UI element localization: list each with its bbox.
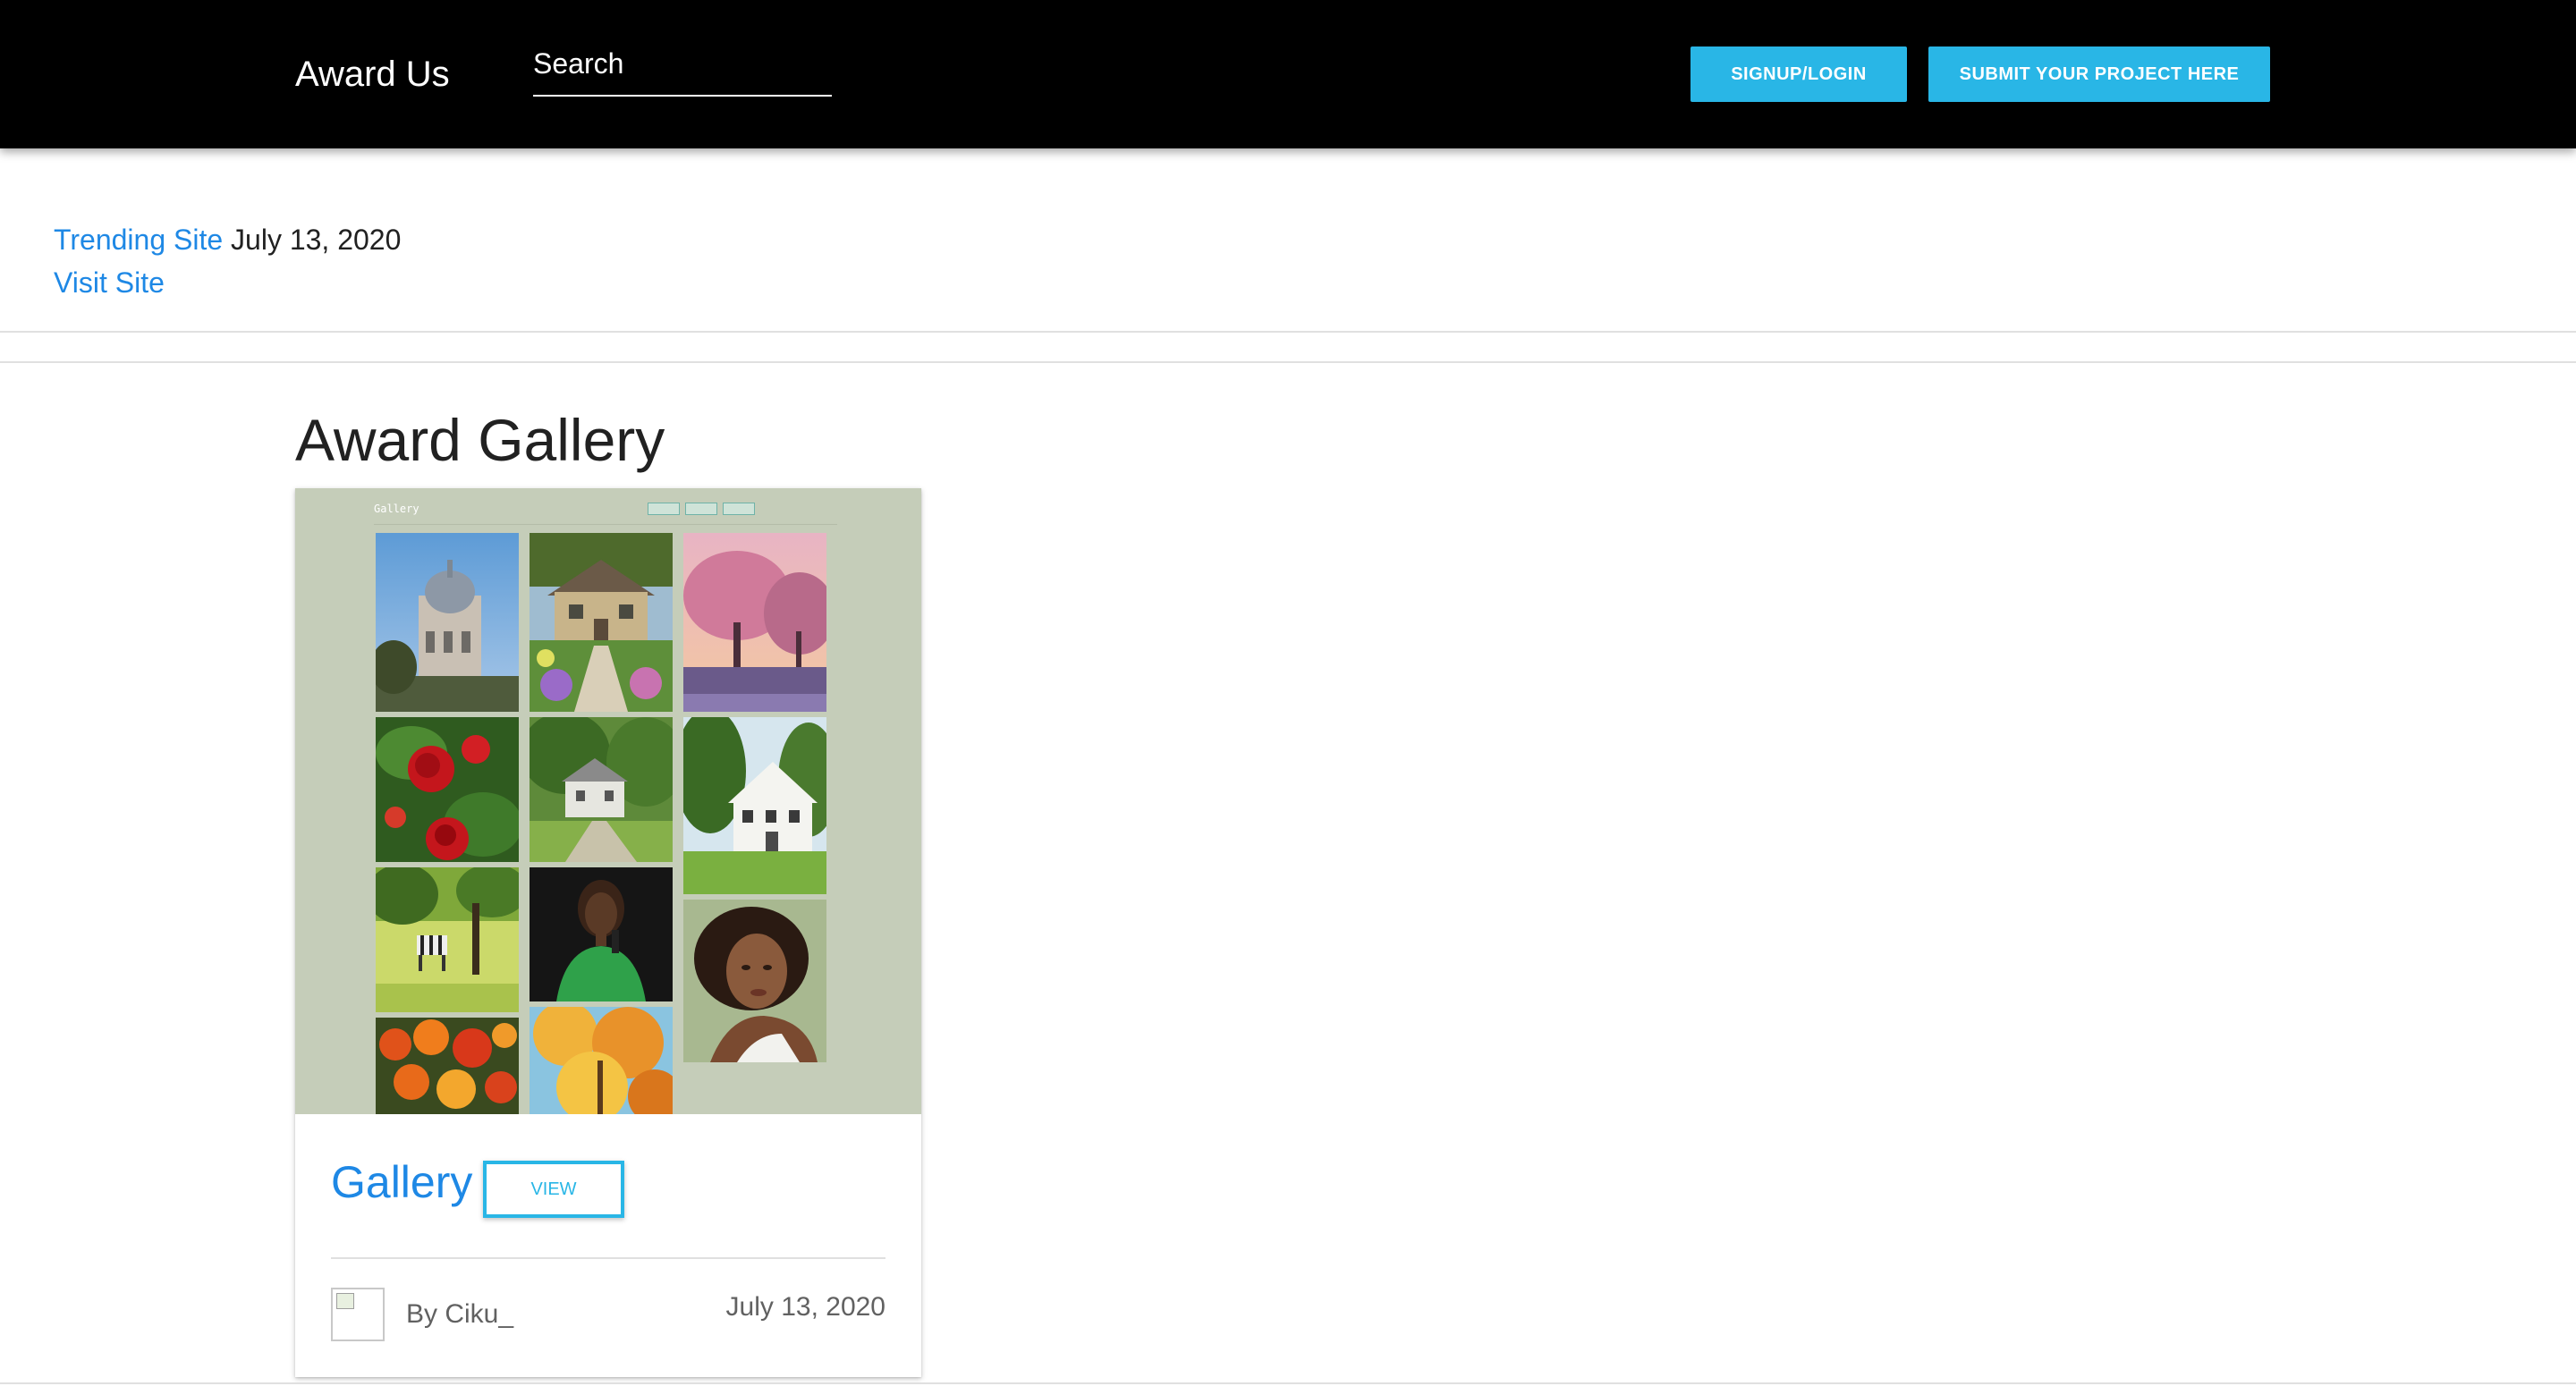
thumbnail-zebra-meadow bbox=[376, 867, 519, 1012]
divider bbox=[0, 331, 2576, 333]
preview-nav-button bbox=[685, 503, 717, 515]
broken-image-icon bbox=[336, 1293, 354, 1309]
preview-site-title: Gallery bbox=[374, 503, 419, 515]
thumbnail-red-roses bbox=[376, 717, 519, 862]
thumbnail-white-farmhouse bbox=[683, 717, 826, 894]
card-title[interactable]: Gallery bbox=[331, 1155, 472, 1209]
thumbnail-autumn-leaves bbox=[530, 1007, 673, 1114]
trending-site-link[interactable]: Trending Site bbox=[54, 224, 223, 256]
preview-nav-button bbox=[723, 503, 755, 515]
thumbnail-portrait-curly-hair bbox=[683, 900, 826, 1062]
project-card: Gallery Gallery VIEW By Ciku_ July 13, 2… bbox=[295, 488, 921, 1377]
visit-site-link[interactable]: Visit Site bbox=[54, 266, 165, 299]
view-button[interactable]: VIEW bbox=[483, 1161, 624, 1218]
project-screenshot[interactable]: Gallery bbox=[295, 488, 921, 1114]
signup-login-button[interactable]: SIGNUP/LOGIN bbox=[1690, 46, 1907, 102]
preview-divider bbox=[374, 524, 837, 525]
gallery-heading: Award Gallery bbox=[295, 407, 665, 473]
preview-nav-button bbox=[648, 503, 680, 515]
post-date: July 13, 2020 bbox=[725, 1292, 886, 1322]
trending-line: Trending Site July 13, 2020 bbox=[54, 218, 401, 261]
submit-project-button[interactable]: SUBMIT YOUR PROJECT HERE bbox=[1928, 46, 2270, 102]
avatar[interactable] bbox=[331, 1288, 385, 1341]
thumbnail-cottage-garden bbox=[530, 533, 673, 712]
divider bbox=[0, 361, 2576, 363]
thumbnail-woman-green-dress bbox=[530, 867, 673, 1001]
top-navbar: Award Us SIGNUP/LOGIN SUBMIT YOUR PROJEC… bbox=[0, 0, 2576, 148]
brand-logo[interactable]: Award Us bbox=[295, 52, 450, 97]
thumbnail-cathedral bbox=[376, 533, 519, 712]
thumbnail-orange-flowers bbox=[376, 1018, 519, 1114]
trending-section: Trending Site July 13, 2020 Visit Site bbox=[54, 218, 401, 304]
trending-date: July 13, 2020 bbox=[231, 224, 402, 256]
author-name: By Ciku_ bbox=[406, 1299, 514, 1329]
divider bbox=[0, 1382, 2576, 1384]
search-input[interactable] bbox=[533, 39, 832, 95]
search-container bbox=[533, 39, 832, 97]
thumbnail-pink-blossom-tree bbox=[683, 533, 826, 712]
card-divider bbox=[331, 1257, 886, 1259]
thumbnail-white-house-trees bbox=[530, 717, 673, 862]
